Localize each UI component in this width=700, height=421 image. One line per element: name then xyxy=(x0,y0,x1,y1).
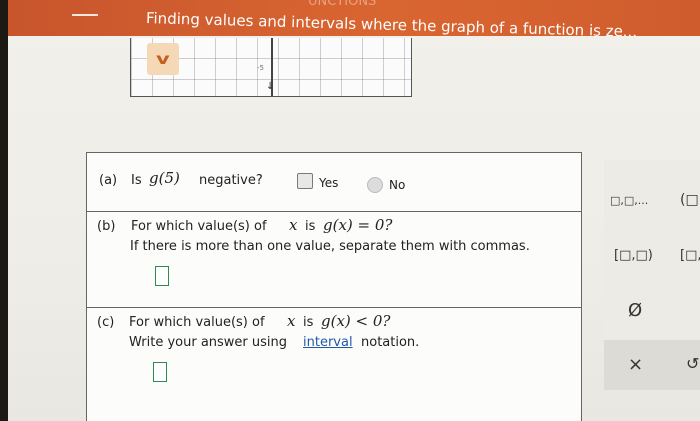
bracket-key[interactable]: [□, xyxy=(680,248,700,263)
axis-arrow-icon: ↓ xyxy=(266,81,275,92)
menu-icon[interactable] xyxy=(72,14,98,16)
answer-b-input[interactable] xyxy=(155,266,169,286)
keypad-actions: × ↺ xyxy=(604,340,700,390)
header-faint-text: UNCTIONS xyxy=(308,0,377,9)
undo-icon[interactable]: ↺ xyxy=(686,354,699,373)
yes-label: Yes xyxy=(319,176,339,190)
question-b-label: (b) xyxy=(97,219,116,234)
question-a-label: (a) xyxy=(99,173,118,188)
yes-checkbox[interactable] xyxy=(297,173,313,189)
collapse-graph-button[interactable]: v xyxy=(147,43,179,75)
question-c-instructions-suffix: notation. xyxy=(361,335,420,350)
axis-tick-label: -5 xyxy=(257,64,264,72)
question-b-var: x xyxy=(289,216,298,234)
empty-set-key[interactable]: Ø xyxy=(628,300,642,321)
answer-keypad: □,□,... (□ [□,□) [□, Ø × ↺ xyxy=(604,160,700,390)
question-b-instructions: If there is more than one value, separat… xyxy=(130,239,530,254)
question-c-prefix: For which value(s) of xyxy=(129,315,265,330)
no-radio[interactable] xyxy=(367,177,383,193)
no-label: No xyxy=(389,178,406,192)
list-key[interactable]: □,□,... xyxy=(610,194,648,207)
interval-link[interactable]: interval xyxy=(303,335,353,350)
question-c-is: is xyxy=(303,315,314,330)
chevron-down-icon: v xyxy=(156,50,170,68)
page-title: Finding values and intervals where the g… xyxy=(145,9,638,41)
question-b-is: is xyxy=(305,219,316,234)
header-bar: UNCTIONS Finding values and intervals wh… xyxy=(8,0,700,41)
screen: UNCTIONS Finding values and intervals wh… xyxy=(8,0,700,421)
question-c-label: (c) xyxy=(97,315,115,330)
question-c-instructions-prefix: Write your answer using xyxy=(129,335,288,350)
question-b-row: (b) For which value(s) of x is g(x) = 0?… xyxy=(87,211,581,308)
closed-interval-key[interactable]: [□,□) xyxy=(614,248,653,263)
question-c-row: (c) For which value(s) of x is g(x) < 0?… xyxy=(87,307,581,421)
question-a-suffix: negative? xyxy=(199,173,263,188)
question-a-row: (a) Is g(5) negative? Yes No xyxy=(87,153,581,212)
question-c-math: g(x) < 0? xyxy=(321,312,391,330)
question-b-math: g(x) = 0? xyxy=(323,216,393,234)
question-b-prefix: For which value(s) of xyxy=(131,219,267,234)
clear-icon[interactable]: × xyxy=(628,354,643,375)
question-c-var: x xyxy=(287,312,296,330)
questions-table: (a) Is g(5) negative? Yes No (b) For whi… xyxy=(86,152,582,421)
question-a-prefix: Is xyxy=(131,173,142,188)
open-paren-key[interactable]: (□ xyxy=(680,192,699,208)
question-a-math: g(5) xyxy=(149,169,180,187)
answer-c-input[interactable] xyxy=(153,362,167,382)
